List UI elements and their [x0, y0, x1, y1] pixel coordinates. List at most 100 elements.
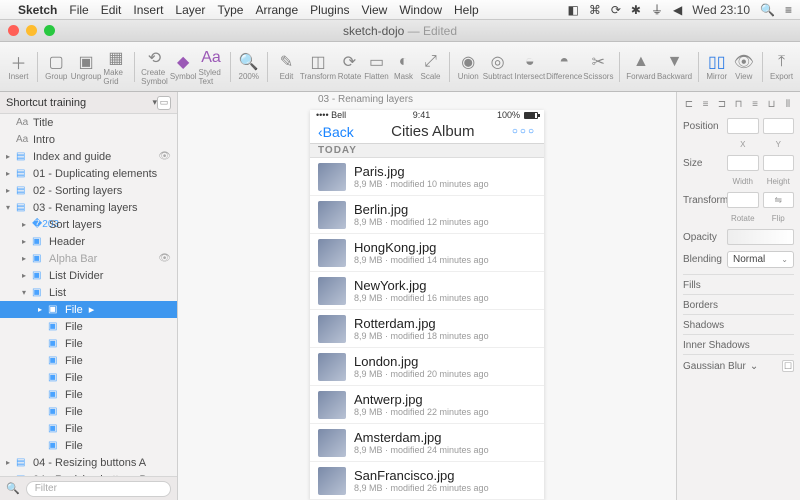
shadows-section[interactable]: Shadows	[683, 314, 794, 334]
minimize-button[interactable]	[26, 25, 37, 36]
blend-select[interactable]: Normal⌄	[727, 251, 794, 268]
list-item[interactable]: Antwerp.jpg8,9 MB · modified 22 minutes …	[310, 386, 544, 424]
layer-alpha[interactable]: ▸▣Alpha Bar👁	[0, 250, 177, 267]
x-field[interactable]	[727, 118, 759, 134]
rotate-field[interactable]	[727, 192, 759, 208]
zoom-control[interactable]: 🔍200%	[236, 47, 261, 87]
menu-view[interactable]: View	[362, 3, 388, 17]
createsymbol-button[interactable]: ⟲Create Symbol	[141, 47, 168, 87]
rotate-button[interactable]: ⟳Rotate	[337, 47, 362, 87]
export-button[interactable]: ⤒Export	[769, 47, 794, 87]
insert-button[interactable]: ＋Insert	[6, 47, 31, 87]
forward-button[interactable]: ▲Forward	[626, 47, 655, 87]
width-field[interactable]	[727, 155, 759, 171]
list-item[interactable]: Amsterdam.jpg8,9 MB · modified 24 minute…	[310, 424, 544, 462]
list-item[interactable]: HongKong.jpg8,9 MB · modified 14 minutes…	[310, 234, 544, 272]
layer-file-selected[interactable]: ▸▣File▸	[0, 301, 177, 318]
layer-filter-input[interactable]: Filter	[26, 481, 171, 497]
layer-file[interactable]: ▣File	[0, 352, 177, 369]
flatten-button[interactable]: ▭Flatten	[364, 47, 389, 87]
menu-edit[interactable]: Edit	[101, 3, 122, 17]
styledtext-button[interactable]: AaStyled Text	[199, 47, 224, 87]
symbol-button[interactable]: ◆Symbol	[170, 47, 197, 87]
layer-04a[interactable]: ▸▤04 - Resizing buttons A	[0, 454, 177, 471]
menu-help[interactable]: Help	[454, 3, 479, 17]
difference-button[interactable]: ◓Difference	[547, 47, 581, 87]
blur-section[interactable]: Gaussian Blur⌄☐	[683, 354, 794, 375]
menu-arrange[interactable]: Arrange	[255, 3, 298, 17]
edit-button[interactable]: ✎Edit	[274, 47, 299, 87]
layer-intro[interactable]: AaIntro	[0, 131, 177, 148]
mask-button[interactable]: ◐Mask	[391, 47, 416, 87]
borders-section[interactable]: Borders	[683, 294, 794, 314]
artboard-label[interactable]: 03 - Renaming layers	[318, 94, 413, 105]
layer-file[interactable]: ▣File	[0, 403, 177, 420]
layer-01[interactable]: ▸▤01 - Duplicating elements	[0, 165, 177, 182]
layer-03[interactable]: ▾▤03 - Renaming layers	[0, 199, 177, 216]
zoom-button[interactable]	[44, 25, 55, 36]
layer-file[interactable]: ▣File	[0, 420, 177, 437]
union-button[interactable]: ◉Union	[456, 47, 481, 87]
subtract-button[interactable]: ◎Subtract	[483, 47, 513, 87]
align-top-icon[interactable]: ⊓	[733, 98, 745, 110]
backward-button[interactable]: ▼Backward	[658, 47, 692, 87]
canvas[interactable]: 03 - Renaming layers •••• Bell 9:41 100%…	[178, 92, 676, 500]
intersect-button[interactable]: ◒Intersect	[515, 47, 546, 87]
mirror-button[interactable]: ▯▯Mirror	[704, 47, 729, 87]
menu-insert[interactable]: Insert	[133, 3, 163, 17]
view-button[interactable]: 👁View	[731, 47, 756, 87]
layer-file[interactable]: ▣File	[0, 335, 177, 352]
scale-button[interactable]: ⤢Scale	[418, 47, 443, 87]
height-field[interactable]	[763, 155, 795, 171]
scissors-button[interactable]: ✂Scissors	[583, 47, 613, 87]
menu-layer[interactable]: Layer	[175, 3, 205, 17]
menu-window[interactable]: Window	[399, 3, 442, 17]
layer-file[interactable]: ▣File	[0, 437, 177, 454]
menu-type[interactable]: Type	[217, 3, 243, 17]
align-left-icon[interactable]: ⊏	[683, 98, 695, 110]
list-item[interactable]: Paris.jpg8,9 MB · modified 10 minutes ag…	[310, 158, 544, 196]
add-blur-button[interactable]: ☐	[782, 360, 794, 372]
layer-index[interactable]: ▸▤Index and guide👁	[0, 148, 177, 165]
distribute-icon[interactable]: ⫴	[782, 98, 794, 110]
list-item[interactable]: SanFrancisco.jpg8,9 MB · modified 26 min…	[310, 462, 544, 500]
opacity-slider[interactable]	[727, 229, 794, 245]
layer-file[interactable]: ▣File	[0, 386, 177, 403]
page-list-toggle[interactable]: ▭	[157, 96, 171, 110]
menu-file[interactable]: File	[69, 3, 88, 17]
align-middle-icon[interactable]: ≡	[749, 98, 761, 110]
layer-divider[interactable]: ▸▣List Divider	[0, 267, 177, 284]
list-item[interactable]: Berlin.jpg8,9 MB · modified 12 minutes a…	[310, 196, 544, 234]
layer-02[interactable]: ▸▤02 - Sorting layers	[0, 182, 177, 199]
notification-icon[interactable]: ≡	[785, 3, 792, 17]
align-tabs[interactable]: ⊏ ≡ ⊐ ⊓ ≡ ⊔ ⫴	[683, 98, 794, 110]
group-button[interactable]: ▢Group	[44, 47, 69, 87]
layer-title[interactable]: AaTitle	[0, 114, 177, 131]
menu-app[interactable]: Sketch	[18, 3, 57, 17]
align-right-icon[interactable]: ⊐	[716, 98, 728, 110]
page-selector[interactable]: Shortcut training▾ ▭	[0, 92, 177, 114]
layer-list[interactable]: ▾▣List	[0, 284, 177, 301]
align-bottom-icon[interactable]: ⊔	[766, 98, 778, 110]
makegrid-button[interactable]: ▦Make Grid	[103, 47, 128, 87]
visibility-icon[interactable]: 👁	[158, 151, 171, 162]
more-button[interactable]: ○○○	[512, 126, 536, 137]
fills-section[interactable]: Fills	[683, 274, 794, 294]
inner-shadows-section[interactable]: Inner Shadows	[683, 334, 794, 354]
flip-field[interactable]: ⇋	[763, 192, 795, 208]
back-button[interactable]: ‹ Back	[318, 124, 354, 140]
list-item[interactable]: London.jpg8,9 MB · modified 20 minutes a…	[310, 348, 544, 386]
artboard[interactable]: •••• Bell 9:41 100% ‹ Back Cities Album …	[310, 110, 544, 500]
transform-button[interactable]: ◫Transform	[301, 47, 335, 87]
ungroup-button[interactable]: ▣Ungroup	[71, 47, 102, 87]
layer-file[interactable]: ▣File	[0, 318, 177, 335]
layer-header[interactable]: ▸▣Header	[0, 233, 177, 250]
layer-sort[interactable]: ▸�203Sort layers	[0, 216, 177, 233]
align-center-icon[interactable]: ≡	[700, 98, 712, 110]
menu-plugins[interactable]: Plugins	[310, 3, 349, 17]
layer-file[interactable]: ▣File	[0, 369, 177, 386]
list-item[interactable]: NewYork.jpg8,9 MB · modified 16 minutes …	[310, 272, 544, 310]
y-field[interactable]	[763, 118, 795, 134]
spotlight-icon[interactable]: 🔍	[760, 3, 775, 17]
close-button[interactable]	[8, 25, 19, 36]
